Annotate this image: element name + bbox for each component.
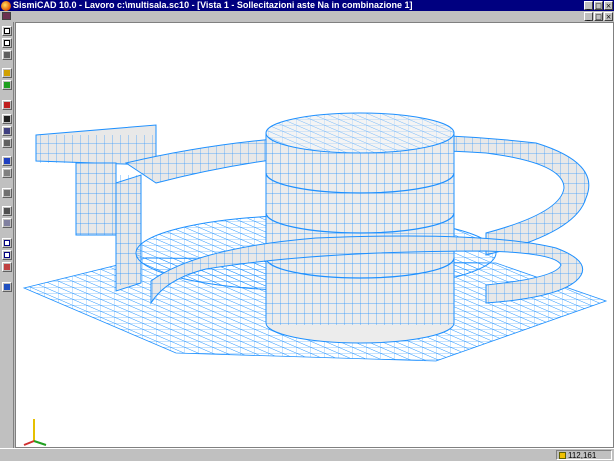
layer-icon[interactable] [2,80,12,90]
rotate-icon[interactable] [2,138,12,148]
close-button[interactable]: × [604,1,613,10]
stack-icon[interactable] [2,188,12,198]
nodes-icon[interactable] [2,50,12,60]
cursor-coordinates: 112,161 [568,450,597,460]
mdi-controls: _ □ × [584,12,613,21]
minimize-button[interactable]: _ [584,1,593,10]
zoom-icon[interactable] [2,126,12,136]
window-controls: _ □ × [584,1,613,10]
query-icon[interactable] [2,156,12,166]
copy-icon[interactable] [2,38,12,48]
pen-icon[interactable] [2,68,12,78]
app-logo-icon[interactable] [1,0,11,11]
coordinates-panel: 112,161 [556,450,612,460]
exit-icon[interactable] [2,282,12,292]
new-file-icon[interactable] [2,26,12,36]
axis-triad [23,419,47,446]
window-title: SismiCAD 10.0 - Lavoro c:\multisala.sc10… [13,0,413,10]
window-icon[interactable] [2,238,12,248]
model-viewport[interactable] [15,22,614,448]
mdi-control-row: _ □ × [0,11,614,21]
status-bar: 112,161 [0,448,614,461]
mdi-restore-button[interactable]: □ [594,12,603,21]
mdi-close-button[interactable]: × [604,12,613,21]
document-icon[interactable] [2,12,11,20]
wire-icon[interactable] [2,218,12,228]
view-icon[interactable] [2,262,12,272]
maximize-button[interactable]: □ [594,1,603,10]
mdi-minimize-button[interactable]: _ [584,12,593,21]
structure-model [22,112,608,446]
section-icon[interactable] [2,168,12,178]
title-bar: SismiCAD 10.0 - Lavoro c:\multisala.sc10… [0,0,614,11]
frame-icon[interactable] [2,206,12,216]
left-toolbar [0,22,14,454]
binoculars-icon[interactable] [2,114,12,124]
window-split-icon[interactable] [2,250,12,260]
cursor-coordinate-icon [559,451,566,459]
cross-icon[interactable] [2,100,12,110]
